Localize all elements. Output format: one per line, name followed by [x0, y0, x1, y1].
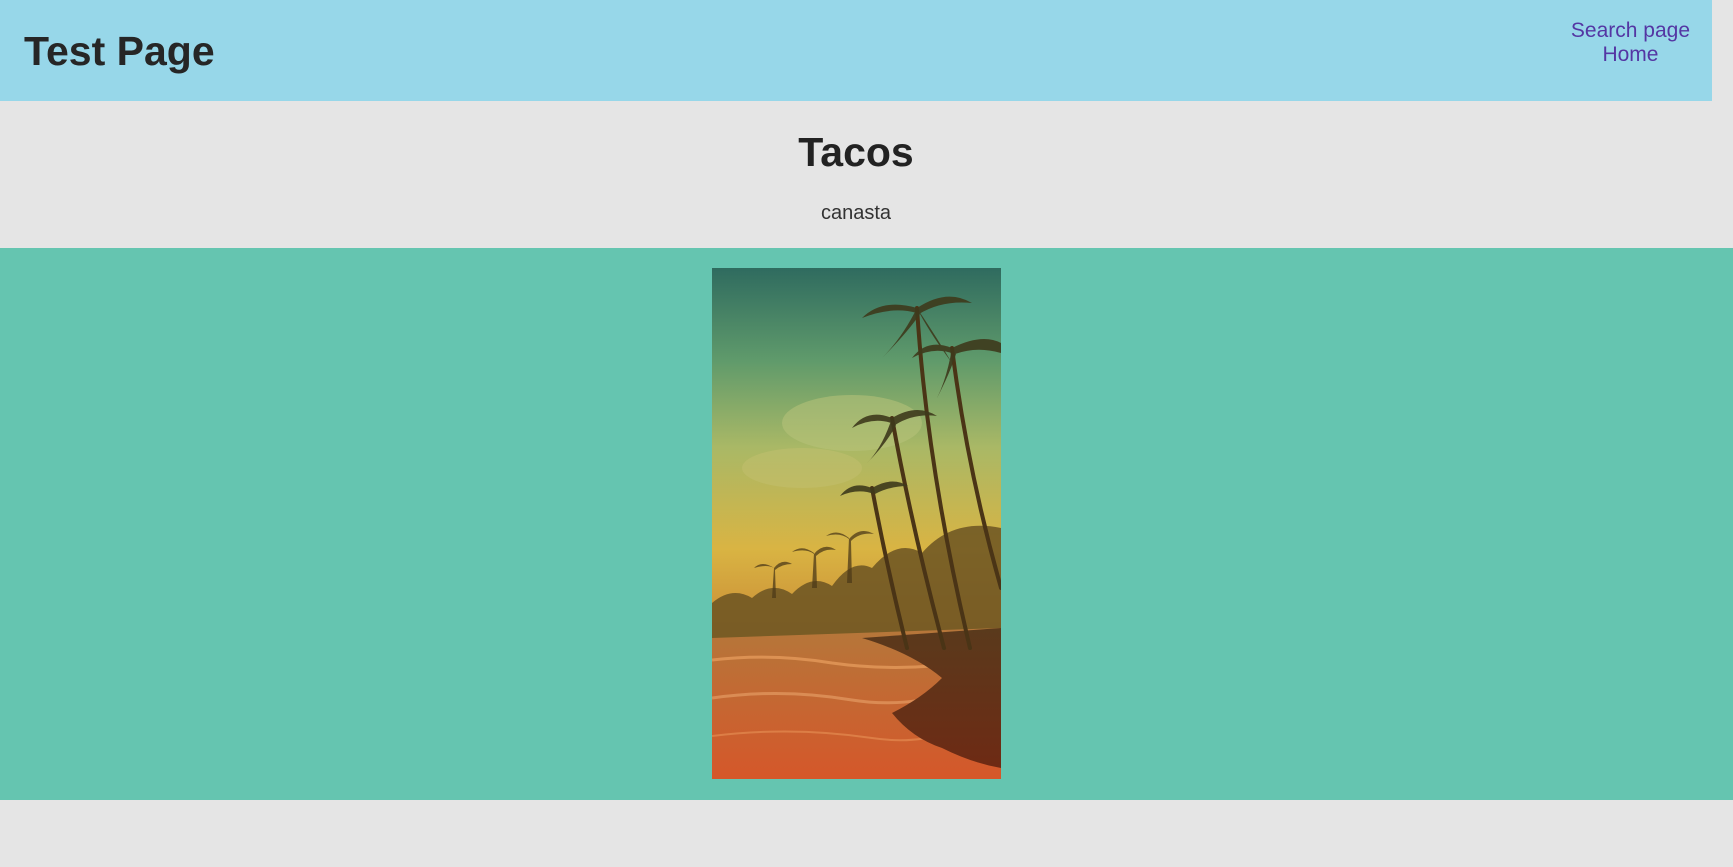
palm-beach-image	[712, 268, 1001, 779]
page: Test Page Search page Home Tacos canasta	[0, 0, 1733, 867]
site-title: Test Page	[24, 28, 215, 74]
page-subtitle: canasta	[820, 202, 892, 224]
hero-section: Tacos canasta	[0, 101, 1712, 248]
main-nav: Search page Home	[1571, 19, 1690, 67]
beach-photo	[712, 268, 1001, 779]
nav-link-search-page[interactable]: Search page	[1571, 19, 1690, 43]
image-gallery	[0, 248, 1733, 800]
site-header: Test Page Search page Home	[0, 0, 1712, 101]
nav-link-home[interactable]: Home	[1571, 43, 1690, 67]
page-title: Tacos	[798, 129, 914, 175]
